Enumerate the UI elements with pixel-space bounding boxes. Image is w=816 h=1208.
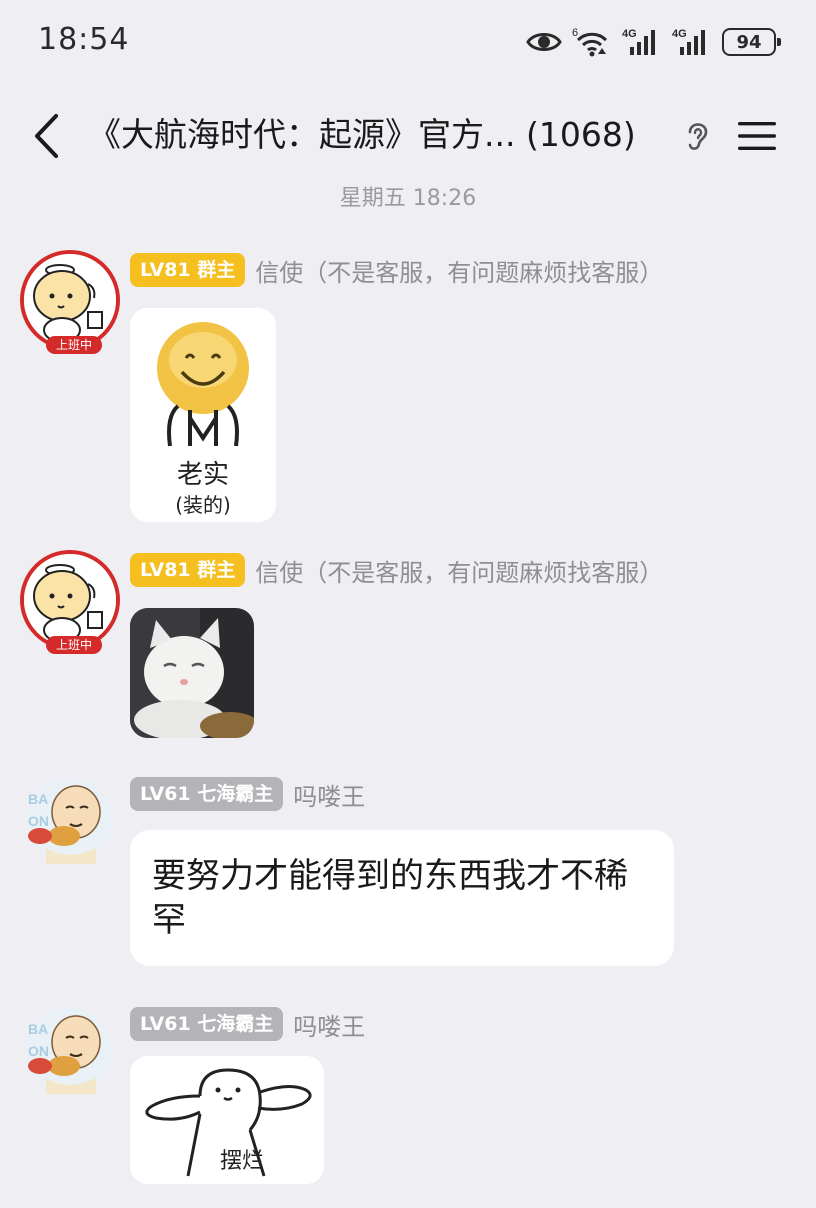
avatar[interactable]: 上班中 <box>20 550 120 654</box>
cat-photo-image <box>130 608 254 738</box>
chat-title[interactable]: 《大航海时代：起源》官方... (1068) <box>88 110 678 160</box>
svg-text:ON: ON <box>28 1043 49 1059</box>
avatar[interactable]: BA ON <box>26 1008 112 1094</box>
level-label: LV61 <box>140 783 191 805</box>
sender-name[interactable]: 信使（不是客服，有问题麻烦找客服） <box>255 253 663 288</box>
status-bar: 18:54 6 4G 4G 94 <box>0 0 816 86</box>
level-label: LV61 <box>140 1013 191 1035</box>
avatar-image: BA ON <box>26 1008 112 1094</box>
message-item: BA ON LV61 七海霸主 吗喽王 要努力才能得到的东西我才不稀罕 <box>0 774 816 974</box>
svg-text:老实: 老实 <box>177 460 229 490</box>
svg-text:(装的): (装的) <box>175 493 231 517</box>
member-level-badge: LV61 七海霸主 <box>130 1007 284 1041</box>
back-button[interactable] <box>22 106 72 166</box>
sender-info: LV61 七海霸主 吗喽王 <box>130 1006 365 1042</box>
svg-text:4G: 4G <box>622 28 637 40</box>
member-level-badge: LV81 群主 <box>130 553 246 587</box>
svg-text:BA: BA <box>28 791 48 807</box>
svg-text:4G: 4G <box>672 28 687 40</box>
battery-indicator: 94 <box>722 28 781 56</box>
sender-info: LV61 七海霸主 吗喽王 <box>130 776 365 812</box>
sender-name[interactable]: 信使（不是客服，有问题麻烦找客服） <box>255 553 663 588</box>
sticker-message[interactable]: 摆烂 <box>130 1056 324 1184</box>
rank-label: 七海霸主 <box>197 783 274 805</box>
avatar[interactable]: 上班中 <box>20 250 120 354</box>
sender-info: LV81 群主 信使（不是客服，有问题麻烦找客服） <box>130 252 663 288</box>
avatar-image <box>24 254 116 346</box>
status-icons: 6 4G 4G 94 <box>526 22 781 62</box>
chat-header: 《大航海时代：起源》官方... (1068) <box>0 96 816 176</box>
menu-icon <box>738 122 776 150</box>
member-level-badge: LV61 七海霸主 <box>130 777 284 811</box>
message-item: 上班中 LV81 群主 信使（不是客服，有问题麻烦找客服） <box>0 550 816 750</box>
message-timestamp: 星期五 18:26 <box>339 186 477 211</box>
rank-label: 七海霸主 <box>197 1013 274 1035</box>
svg-text:BA: BA <box>28 1021 48 1037</box>
smiley-sticker-image: 老实 (装的) <box>130 308 276 522</box>
svg-text:ON: ON <box>28 813 49 829</box>
lying-flat-sticker-image: 摆烂 <box>130 1056 324 1184</box>
sender-name[interactable]: 吗喽王 <box>293 1007 365 1042</box>
cellular-signal-icon-2: 4G <box>672 28 705 55</box>
chevron-left-icon <box>35 114 58 158</box>
wifi-icon: 6 <box>572 27 608 57</box>
menu-button[interactable] <box>728 110 786 162</box>
eye-icon <box>526 33 562 51</box>
message-item: 上班中 LV81 群主 信使（不是客服，有问题麻烦找客服） 老实 (装的) <box>0 250 816 530</box>
cellular-signal-icon-1: 4G <box>622 28 655 55</box>
ear-icon[interactable] <box>682 118 712 154</box>
level-label: LV81 <box>140 259 191 281</box>
level-label: LV81 <box>140 559 191 581</box>
member-level-badge: LV81 群主 <box>130 253 246 287</box>
avatar[interactable]: BA ON <box>26 778 112 864</box>
rank-label: 群主 <box>197 259 236 281</box>
svg-text:6: 6 <box>572 27 578 39</box>
sender-info: LV81 群主 信使（不是客服，有问题麻烦找客服） <box>130 552 663 588</box>
sticker-message[interactable]: 老实 (装的) <box>130 308 276 522</box>
avatar-status-badge: 上班中 <box>46 336 102 354</box>
rank-label: 群主 <box>197 559 236 581</box>
status-time: 18:54 <box>38 22 130 57</box>
avatar-image <box>24 554 116 646</box>
avatar-status-badge: 上班中 <box>46 636 102 654</box>
message-text: 要努力才能得到的东西我才不稀罕 <box>152 856 628 940</box>
sender-name[interactable]: 吗喽王 <box>293 777 365 812</box>
sticker-message[interactable] <box>130 608 254 738</box>
message-item: BA ON LV61 七海霸主 吗喽王 摆烂 <box>0 1004 816 1208</box>
svg-text:摆烂: 摆烂 <box>220 1149 264 1174</box>
avatar-image: BA ON <box>26 778 112 864</box>
text-message-bubble[interactable]: 要努力才能得到的东西我才不稀罕 <box>130 830 674 966</box>
